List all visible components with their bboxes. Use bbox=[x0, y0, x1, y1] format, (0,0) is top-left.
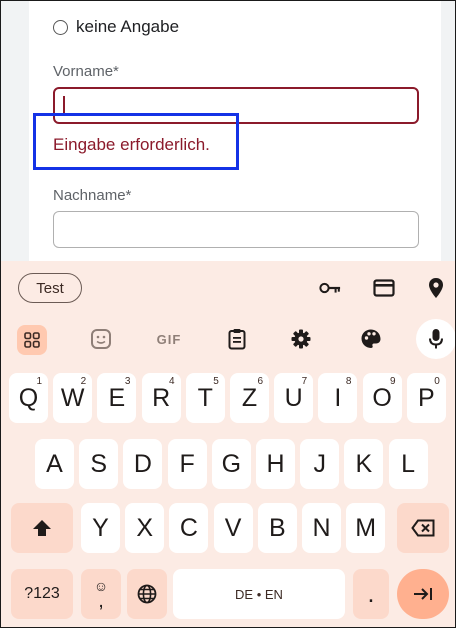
key-icon[interactable] bbox=[319, 277, 341, 299]
key-label: M bbox=[355, 513, 377, 542]
key-label: Q bbox=[18, 383, 39, 412]
key-a[interactable]: A bbox=[35, 439, 74, 489]
space-key[interactable]: DE • EN bbox=[173, 569, 345, 619]
apps-grid-icon[interactable] bbox=[17, 325, 47, 355]
key-label: V bbox=[224, 513, 242, 542]
key-u[interactable]: U7 bbox=[274, 373, 314, 423]
key-hint: 4 bbox=[169, 376, 175, 387]
last-name-input[interactable] bbox=[53, 211, 419, 248]
key-i[interactable]: I8 bbox=[318, 373, 358, 423]
key-m[interactable]: M bbox=[346, 503, 386, 553]
key-label: Z bbox=[241, 383, 258, 412]
globe-icon bbox=[137, 584, 157, 604]
key-j[interactable]: J bbox=[300, 439, 340, 489]
key-label: T bbox=[197, 383, 213, 412]
key-r[interactable]: R4 bbox=[141, 373, 181, 423]
first-name-label: Vorname* bbox=[53, 63, 119, 80]
radio-button[interactable] bbox=[53, 19, 68, 35]
backspace-icon bbox=[411, 519, 435, 537]
key-label: D bbox=[133, 449, 152, 478]
key-label: U bbox=[284, 383, 303, 412]
key-z[interactable]: Z6 bbox=[230, 373, 269, 423]
clipboard-icon[interactable] bbox=[223, 325, 251, 353]
key-b[interactable]: B bbox=[257, 503, 297, 553]
key-p[interactable]: P0 bbox=[406, 373, 446, 423]
key-label: K bbox=[355, 449, 373, 478]
gif-icon[interactable]: GIF bbox=[151, 325, 187, 353]
emoji-comma-key[interactable]: ☺ , bbox=[81, 569, 121, 619]
key-label: J bbox=[313, 449, 326, 478]
key-d[interactable]: D bbox=[123, 439, 163, 489]
suggestion-bar: Test bbox=[1, 261, 455, 313]
microphone-icon[interactable] bbox=[416, 319, 455, 359]
key-y[interactable]: Y bbox=[81, 503, 120, 553]
key-label: L bbox=[401, 449, 416, 478]
period-key[interactable]: . bbox=[353, 569, 389, 619]
shift-key[interactable] bbox=[11, 503, 73, 553]
gif-label: GIF bbox=[156, 331, 182, 347]
key-n[interactable]: N bbox=[302, 503, 341, 553]
key-c[interactable]: C bbox=[169, 503, 209, 553]
key-t[interactable]: T5 bbox=[185, 373, 225, 423]
key-hint: 9 bbox=[390, 376, 396, 387]
key-label: A bbox=[46, 449, 63, 478]
highlight-box bbox=[33, 113, 239, 170]
key-label: C bbox=[179, 513, 198, 542]
key-hint: 2 bbox=[80, 376, 87, 387]
palette-icon[interactable] bbox=[357, 325, 385, 353]
key-hint: 7 bbox=[301, 376, 308, 387]
radio-label: keine Angabe bbox=[76, 17, 180, 36]
language-key[interactable] bbox=[127, 569, 167, 619]
key-e[interactable]: E3 bbox=[97, 373, 137, 423]
key-label: Y bbox=[92, 513, 109, 542]
tab-next-icon bbox=[414, 588, 432, 600]
key-hint: 0 bbox=[434, 376, 440, 387]
enter-key[interactable] bbox=[397, 569, 449, 619]
key-q[interactable]: Q1 bbox=[9, 373, 48, 423]
key-label: O bbox=[372, 383, 392, 412]
shift-arrow-icon bbox=[33, 520, 51, 536]
key-label: S bbox=[90, 449, 108, 478]
location-pin-icon[interactable] bbox=[425, 277, 447, 299]
keyboard: Test GIF Q 1 W 2 E 3 R 4 T 5 Z 6 U 7 I 8… bbox=[1, 261, 455, 627]
suggestion-chip[interactable]: Test bbox=[18, 273, 82, 303]
key-hint: 1 bbox=[36, 376, 42, 387]
key-label: W bbox=[60, 383, 85, 412]
symbols-key[interactable]: ?123 bbox=[11, 569, 73, 619]
key-w[interactable]: W2 bbox=[53, 373, 93, 423]
key-hint: 8 bbox=[345, 376, 352, 387]
key-g[interactable]: G bbox=[211, 439, 251, 489]
key-label: G bbox=[221, 449, 242, 478]
settings-gear-icon[interactable] bbox=[287, 325, 315, 353]
key-label: P bbox=[417, 383, 435, 412]
key-label: N bbox=[312, 513, 331, 542]
key-label: I bbox=[334, 383, 342, 412]
key-label: E bbox=[108, 383, 126, 412]
key-label: B bbox=[268, 513, 286, 542]
card-icon[interactable] bbox=[373, 277, 395, 299]
key-label: R bbox=[152, 383, 171, 412]
key-o[interactable]: O9 bbox=[362, 373, 402, 423]
radio-option-no-answer[interactable]: keine Angabe bbox=[53, 15, 179, 39]
key-h[interactable]: H bbox=[256, 439, 295, 489]
key-hint: 6 bbox=[257, 376, 263, 387]
key-v[interactable]: V bbox=[213, 503, 253, 553]
key-s[interactable]: S bbox=[79, 439, 119, 489]
screen: keine Angabe Vorname* Eingabe erforderli… bbox=[0, 0, 456, 628]
comma-label: , bbox=[98, 590, 104, 612]
backspace-key[interactable] bbox=[397, 503, 449, 553]
key-hint: 3 bbox=[124, 376, 131, 387]
key-label: H bbox=[266, 449, 285, 478]
key-label: F bbox=[179, 449, 195, 478]
key-k[interactable]: K bbox=[344, 439, 384, 489]
key-l[interactable]: L bbox=[388, 439, 428, 489]
key-hint: 5 bbox=[213, 376, 219, 387]
key-label: X bbox=[136, 513, 154, 542]
last-name-label: Nachname* bbox=[53, 187, 132, 204]
key-f[interactable]: F bbox=[167, 439, 207, 489]
key-x[interactable]: X bbox=[125, 503, 165, 553]
sticker-icon[interactable] bbox=[87, 325, 115, 353]
